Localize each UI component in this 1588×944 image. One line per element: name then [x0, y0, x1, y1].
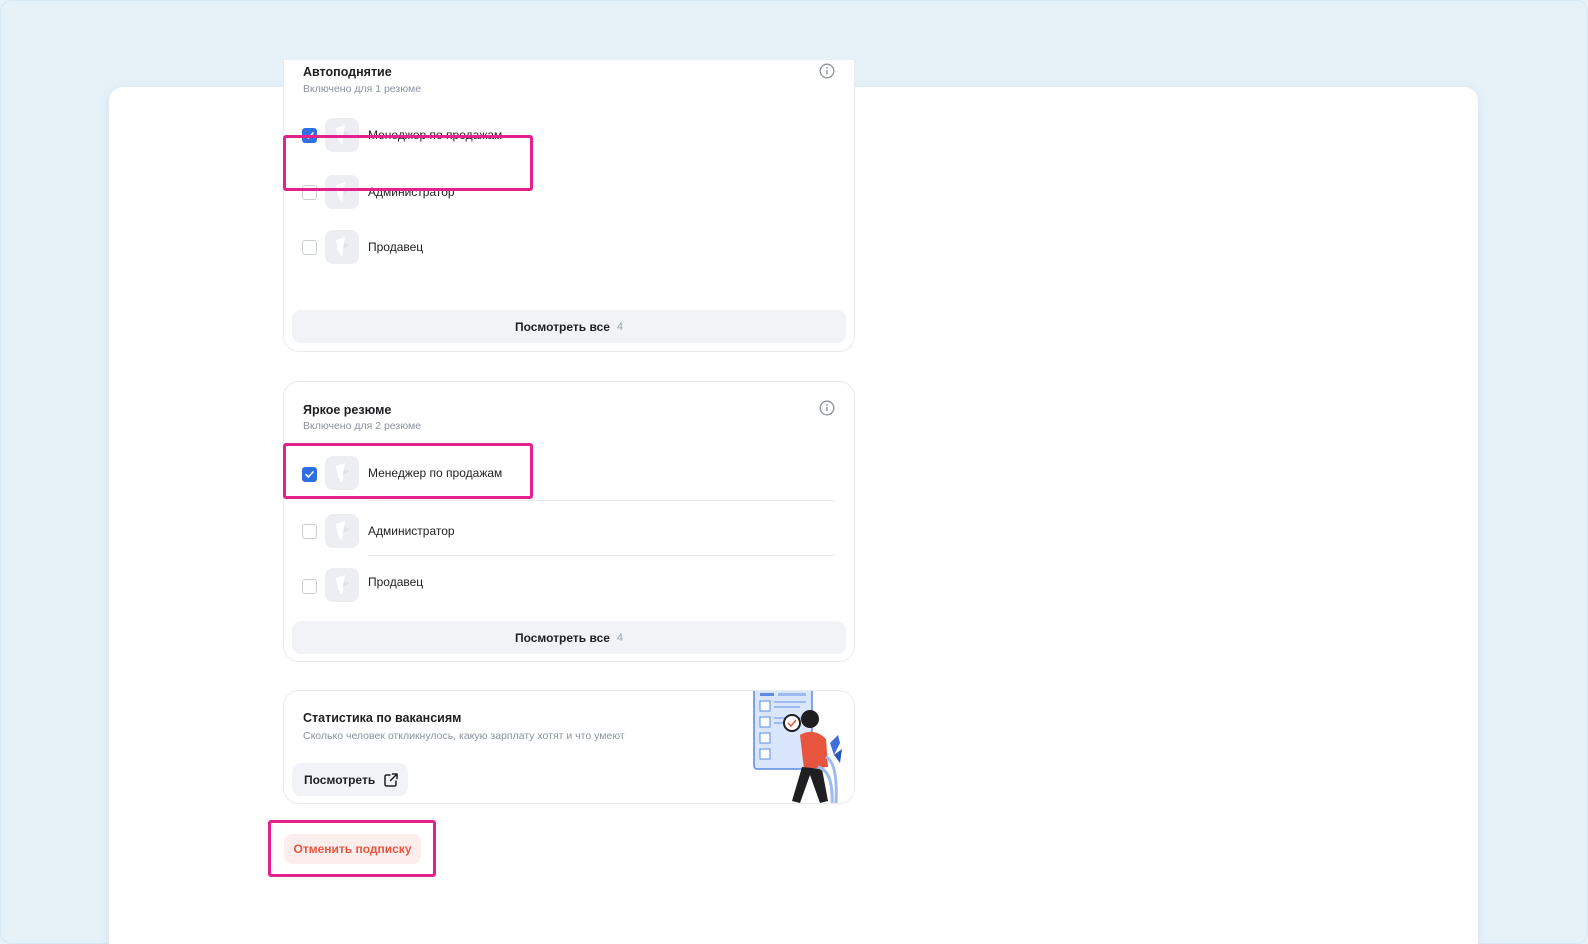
autoraise-subtitle: Включено для 1 резюме — [303, 83, 422, 95]
bright-resume-item-1[interactable]: Администратор — [284, 511, 854, 551]
resume-avatar — [325, 230, 359, 264]
resume-avatar — [325, 456, 359, 490]
external-link-icon — [384, 772, 398, 787]
checkbox[interactable] — [302, 579, 317, 594]
info-icon[interactable] — [819, 400, 835, 416]
vacancy-stats-card: Статистика по вакансиям Сколько человек … — [283, 690, 855, 804]
view-all-button[interactable]: Посмотреть все 4 — [292, 310, 846, 343]
bright-resume-title: Яркое резюме — [303, 403, 392, 417]
resume-avatar — [325, 568, 359, 602]
info-icon[interactable] — [819, 63, 835, 79]
resume-title: Менеджер по продажам — [368, 128, 503, 142]
resume-title: Менеджер по продажам — [368, 466, 503, 480]
autoraise-item-1[interactable]: Администратор — [284, 172, 854, 212]
resume-avatar — [325, 175, 359, 209]
autoraise-title: Автоподнятие — [303, 65, 392, 79]
resume-title: Администратор — [368, 524, 455, 538]
divider — [368, 555, 835, 556]
checkbox-checked[interactable] — [302, 128, 317, 143]
bright-resume-subtitle: Включено для 2 резюме — [303, 420, 422, 432]
resume-avatar — [325, 118, 359, 152]
checkbox-checked[interactable] — [302, 467, 317, 482]
vacancy-stats-title: Статистика по вакансиям — [303, 711, 462, 725]
bright-resume-item-2[interactable]: Продавец — [284, 565, 854, 605]
autoraise-item-2[interactable]: Продавец — [284, 227, 854, 267]
vacancy-stats-subtitle: Сколько человек откликнулось, какую зарп… — [303, 730, 625, 742]
view-stats-button[interactable]: Посмотреть — [292, 763, 408, 796]
view-all-label: Посмотреть все — [514, 630, 610, 645]
resume-title: Продавец — [368, 240, 424, 254]
resume-avatar — [325, 514, 359, 548]
checkbox[interactable] — [302, 240, 317, 255]
analyst-illustration — [753, 691, 842, 803]
cancel-subscription-button[interactable]: Отменить подписку — [284, 834, 421, 864]
resume-title: Продавец — [368, 575, 424, 589]
view-all-button[interactable]: Посмотреть все 4 — [292, 621, 846, 654]
resume-title: Администратор — [368, 185, 455, 199]
view-all-count: 4 — [616, 631, 624, 644]
checkbox[interactable] — [302, 524, 317, 539]
view-stats-label: Посмотреть — [304, 772, 376, 787]
view-all-count: 4 — [616, 320, 624, 333]
autoraise-card: Автоподнятие Включено для 1 резюме Менед… — [283, 60, 855, 352]
view-all-label: Посмотреть все — [514, 319, 610, 334]
divider — [368, 500, 835, 501]
bright-resume-card: Яркое резюме Включено для 2 резюме Менед… — [283, 381, 855, 662]
bright-resume-item-0[interactable]: Менеджер по продажам — [284, 453, 854, 493]
checkbox[interactable] — [302, 185, 317, 200]
autoraise-item-0[interactable]: Менеджер по продажам — [284, 115, 854, 155]
